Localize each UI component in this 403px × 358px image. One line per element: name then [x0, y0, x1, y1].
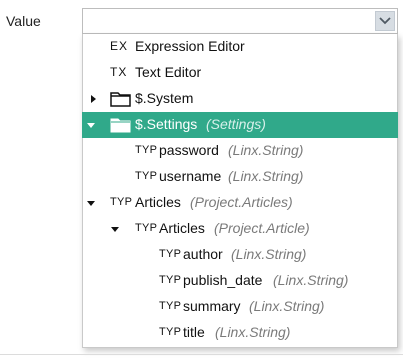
type-icon: TYP — [135, 222, 158, 234]
type-icon: TYP — [159, 300, 182, 312]
tree-item-label: publish_date — [183, 272, 263, 288]
tree-item-label: author — [183, 246, 223, 262]
tree-item-articles[interactable]: TYP Articles (Project.Articles) — [82, 190, 398, 216]
tree-item-label: title — [183, 324, 205, 340]
collapse-arrow-icon[interactable] — [87, 201, 95, 206]
tree-item-settings[interactable]: $.Settings (Settings) — [82, 112, 398, 138]
tree-item-type: (Settings) — [206, 116, 266, 132]
tree-item-label: password — [159, 142, 219, 158]
expression-editor-icon: EX — [110, 39, 129, 53]
tree-item-label: username — [159, 168, 222, 184]
tree-item-type: (Linx.String) — [228, 142, 304, 158]
value-combobox[interactable] — [82, 8, 398, 34]
tree-item-author[interactable]: TYP author (Linx.String) — [82, 242, 398, 268]
tree-item-expression-editor[interactable]: EX Expression Editor — [82, 34, 398, 60]
folder-open-icon — [110, 118, 131, 133]
tree-item-type: (Project.Article) — [214, 220, 310, 236]
tree-item-type: (Linx.String) — [273, 272, 349, 288]
tree-item-type: (Project.Articles) — [190, 194, 293, 210]
tree-item-publish-date[interactable]: TYP publish_date (Linx.String) — [82, 268, 398, 294]
tree-item-type: (Linx.String) — [215, 324, 291, 340]
tree-item-label: Articles — [135, 194, 181, 210]
type-icon: TYP — [110, 196, 133, 208]
tree-item-type: (Linx.String) — [228, 168, 304, 184]
tree-item-label: $.Settings — [135, 116, 198, 132]
tree-item-summary[interactable]: TYP summary (Linx.String) — [82, 294, 398, 320]
tree-item-label: summary — [183, 298, 241, 314]
tree-item-label: $.System — [135, 90, 194, 106]
tree-item-text-editor[interactable]: TX Text Editor — [82, 60, 398, 86]
folder-icon — [110, 92, 131, 107]
tree-item-type: (Linx.String) — [249, 298, 325, 314]
expand-arrow-icon[interactable] — [91, 95, 96, 103]
tree-item-label: Expression Editor — [135, 38, 245, 54]
tree-item-username[interactable]: TYP username (Linx.String) — [82, 164, 398, 190]
tree-item-type: (Linx.String) — [231, 246, 307, 262]
tree-item-article[interactable]: TYP Articles (Project.Article) — [82, 216, 398, 242]
value-label: Value — [6, 13, 41, 29]
tree-item-system[interactable]: $.System — [82, 86, 398, 112]
bottom-divider — [0, 354, 403, 355]
type-icon: TYP — [159, 326, 182, 338]
collapse-arrow-icon[interactable] — [111, 227, 119, 232]
type-icon: TYP — [135, 144, 158, 156]
tree-item-title[interactable]: TYP title (Linx.String) — [82, 320, 398, 346]
type-icon: TYP — [159, 248, 182, 260]
tree-item-label: Articles — [159, 220, 205, 236]
collapse-arrow-icon[interactable] — [87, 123, 95, 128]
type-icon: TYP — [135, 170, 158, 182]
tree-item-password[interactable]: TYP password (Linx.String) — [82, 138, 398, 164]
tree-item-label: Text Editor — [135, 64, 202, 80]
chevron-down-icon — [379, 17, 391, 25]
text-editor-icon: TX — [110, 65, 128, 79]
dropdown-button[interactable] — [375, 11, 395, 31]
type-icon: TYP — [159, 274, 182, 286]
